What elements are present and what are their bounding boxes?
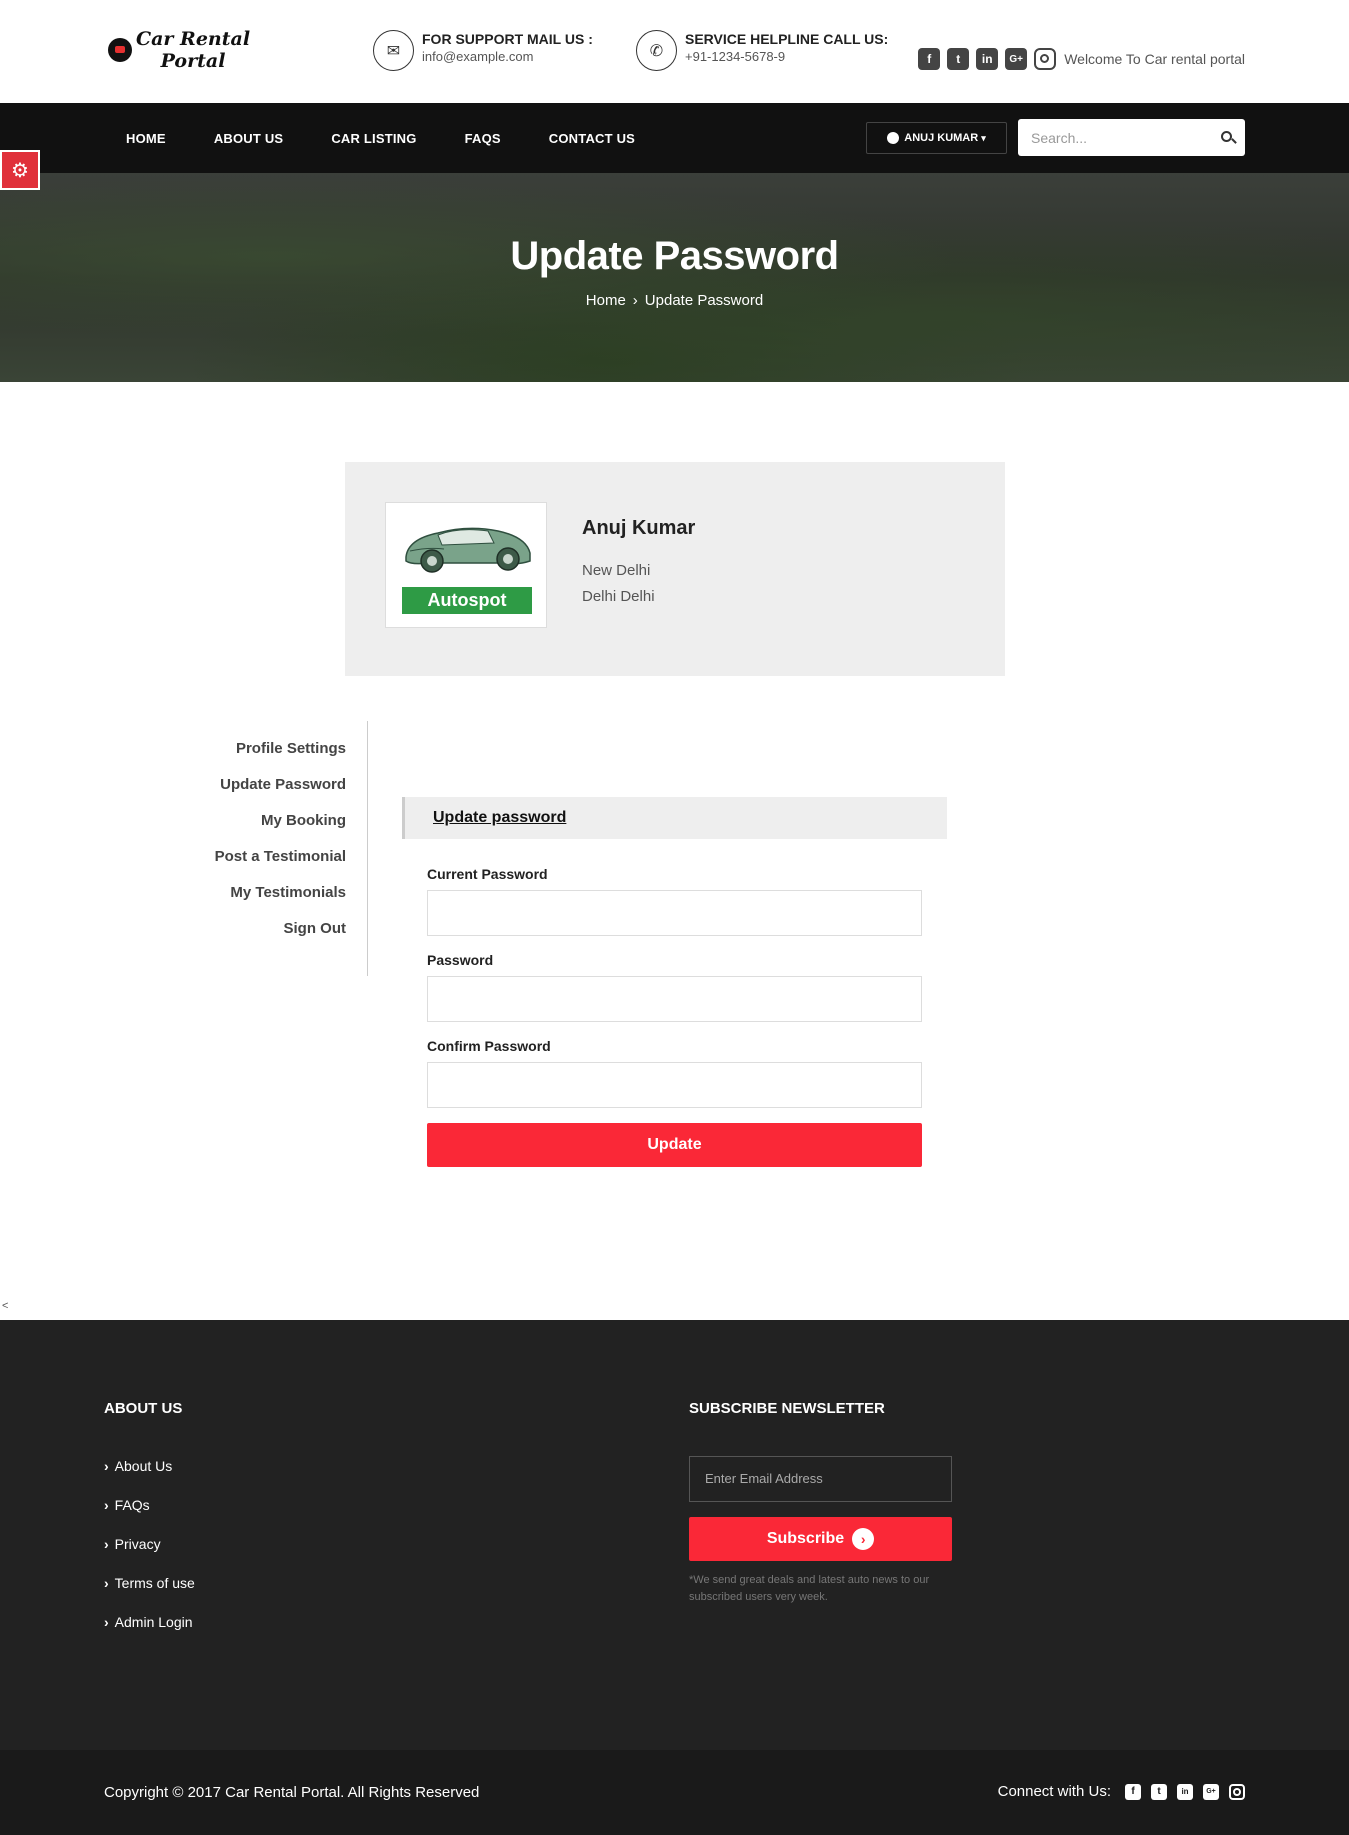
search-icon[interactable]	[1221, 131, 1232, 142]
current-password-label: Current Password	[427, 866, 548, 882]
current-password-field[interactable]	[427, 890, 922, 936]
welcome-text: Welcome To Car rental portal	[1064, 51, 1245, 67]
confirm-password-field[interactable]	[427, 1062, 922, 1108]
user-circle-icon	[887, 132, 900, 144]
search-input[interactable]	[1031, 129, 1211, 146]
update-password-form: Update password Current Password Passwor…	[402, 797, 947, 1167]
nav-car-listing[interactable]: CAR LISTING	[331, 131, 416, 146]
profile-name: Anuj Kumar	[582, 517, 696, 539]
linkedin-icon[interactable]: in	[976, 48, 999, 70]
google-plus-icon[interactable]: G+	[1203, 1783, 1219, 1800]
form-heading: Update password	[402, 797, 947, 839]
breadcrumb-home[interactable]: Home	[586, 292, 626, 309]
password-field[interactable]	[427, 976, 922, 1022]
support-email[interactable]: info@example.com	[422, 49, 593, 64]
subscribe-label: Subscribe	[766, 1530, 845, 1547]
sidebar-item-my-testimonials[interactable]: My Testimonials	[150, 875, 367, 911]
update-button[interactable]: Update	[427, 1123, 922, 1167]
chevron-right-icon: ›	[632, 292, 638, 309]
instagram-icon[interactable]	[1034, 48, 1057, 70]
phone-icon: ✆	[636, 30, 677, 71]
sidebar-item-post-testimonial[interactable]: Post a Testimonial	[150, 839, 367, 875]
footer-link-admin-login[interactable]: Admin Login	[104, 1614, 195, 1653]
subscribe-button[interactable]: Subscribe ›	[689, 1517, 952, 1561]
settings-gear-icon[interactable]: ⚙	[0, 150, 40, 190]
twitter-icon[interactable]: t	[947, 48, 970, 70]
support-mail: ✉ FOR SUPPORT MAIL US : info@example.com	[373, 30, 593, 71]
chevron-down-icon: ▾	[981, 132, 986, 143]
helpline-title: SERVICE HELPLINE CALL US:	[685, 31, 889, 47]
car-image	[405, 527, 531, 573]
sidebar-item-update-password[interactable]: Update Password	[150, 767, 367, 803]
instagram-icon[interactable]	[1229, 1783, 1245, 1800]
main-nav: HOME ABOUT US CAR LISTING FAQS CONTACT U…	[0, 103, 1349, 173]
connect-social: Connect with Us: f t in G+	[998, 1783, 1245, 1800]
password-label: Password	[427, 952, 494, 968]
footer-link-terms[interactable]: Terms of use	[104, 1575, 195, 1614]
page-header-banner: Update Password Home › Update Password	[0, 173, 1349, 382]
page-title: Update Password	[510, 234, 839, 278]
nav-faqs[interactable]: FAQS	[465, 131, 501, 146]
sidebar-item-my-booking[interactable]: My Booking	[150, 803, 367, 839]
newsletter-note: *We send great deals and latest auto new…	[689, 1574, 930, 1603]
breadcrumb: Home › Update Password	[0, 292, 1349, 309]
facebook-icon[interactable]: f	[918, 48, 941, 70]
newsletter-email-input[interactable]	[705, 1471, 935, 1486]
profile-state: Delhi Delhi	[582, 588, 655, 605]
user-menu-button[interactable]: ANUJ KUMAR ▾	[866, 122, 1007, 154]
google-plus-icon[interactable]: G+	[1005, 48, 1028, 70]
footer-about-title: ABOUT US	[104, 1400, 183, 1417]
bottom-bar: Copyright © 2017 Car Rental Portal. All …	[0, 1750, 1349, 1835]
arrow-right-icon: ›	[852, 1528, 875, 1550]
sidebar-item-sign-out[interactable]: Sign Out	[150, 911, 367, 947]
photo-brand-label: Autospot	[402, 587, 532, 614]
profile-photo: Autospot	[385, 502, 547, 628]
newsletter-title: SUBSCRIBE NEWSLETTER	[689, 1400, 885, 1417]
logo-line2: Portal	[160, 50, 226, 72]
footer-link-about-us[interactable]: About Us	[104, 1458, 195, 1497]
footer-links: About Us FAQs Privacy Terms of use Admin…	[104, 1458, 195, 1653]
footer: ABOUT US About Us FAQs Privacy Terms of …	[0, 1320, 1349, 1750]
stray-character: <	[2, 1300, 9, 1312]
support-title: FOR SUPPORT MAIL US :	[422, 31, 593, 47]
footer-link-privacy[interactable]: Privacy	[104, 1536, 195, 1575]
social-links-top: f t in G+ Welcome To Car rental portal	[918, 48, 1245, 70]
envelope-icon: ✉	[373, 30, 414, 71]
copyright: Copyright © 2017 Car Rental Portal. All …	[104, 1784, 480, 1801]
nav-about-us[interactable]: ABOUT US	[214, 131, 284, 146]
nav-contact-us[interactable]: CONTACT US	[549, 131, 635, 146]
logo-car-icon	[108, 38, 132, 62]
user-name: ANUJ KUMAR	[904, 132, 979, 144]
search-form	[1018, 119, 1245, 156]
footer-link-faqs[interactable]: FAQs	[104, 1497, 195, 1536]
twitter-icon[interactable]: t	[1151, 1783, 1167, 1800]
account-sidebar: Profile Settings Update Password My Book…	[150, 721, 368, 976]
sidebar-item-profile-settings[interactable]: Profile Settings	[150, 731, 367, 767]
nav-home[interactable]: HOME	[126, 131, 166, 146]
newsletter-email-box	[689, 1456, 952, 1502]
logo-line1: Car Rental	[136, 28, 251, 50]
top-header: Car Rental Portal ✉ FOR SUPPORT MAIL US …	[0, 0, 1349, 103]
profile-card: Autospot Anuj Kumar New Delhi Delhi Delh…	[345, 462, 1005, 676]
connect-label: Connect with Us:	[997, 1783, 1111, 1800]
helpline: ✆ SERVICE HELPLINE CALL US: +91-1234-567…	[636, 30, 888, 71]
breadcrumb-current: Update Password	[644, 292, 764, 309]
site-logo[interactable]: Car Rental Portal	[108, 28, 250, 72]
linkedin-icon[interactable]: in	[1177, 1783, 1193, 1800]
facebook-icon[interactable]: f	[1125, 1783, 1141, 1800]
profile-city: New Delhi	[582, 562, 651, 579]
helpline-phone[interactable]: +91-1234-5678-9	[685, 49, 888, 64]
confirm-password-label: Confirm Password	[427, 1038, 551, 1054]
